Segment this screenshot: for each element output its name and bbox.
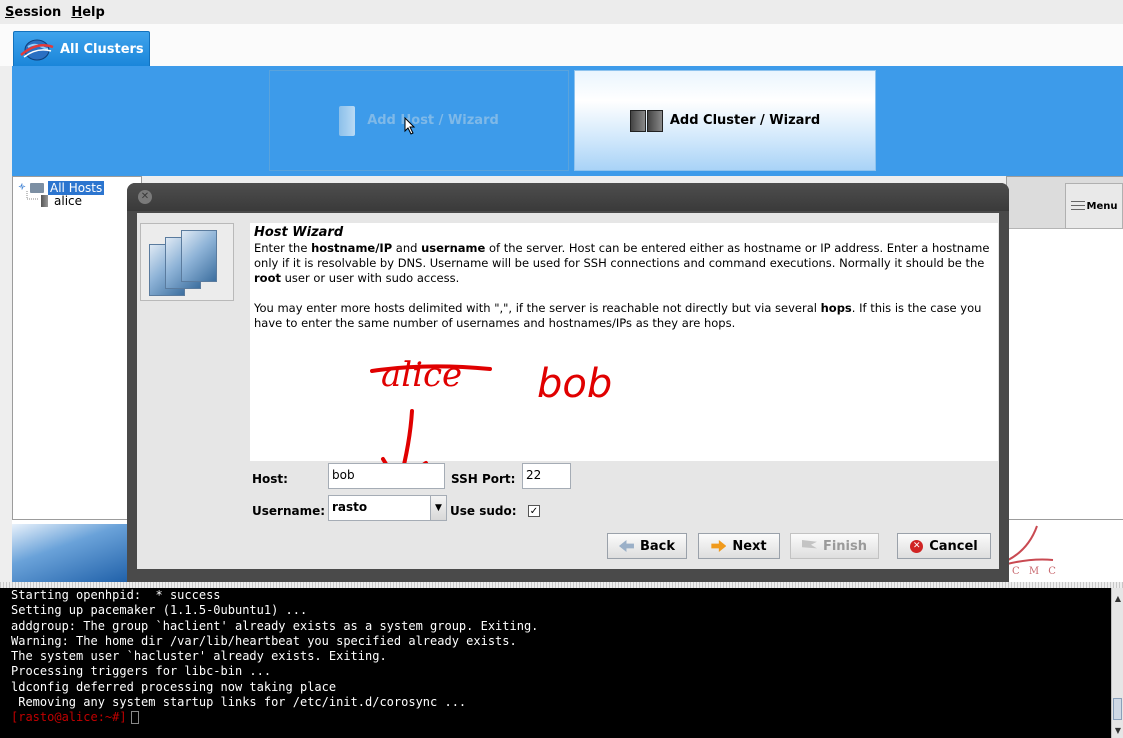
terminal-line: The system user `hacluster' already exis… [11,649,387,664]
decorative-wave [12,524,132,582]
menu-session[interactable]: Session [5,5,61,20]
cluster-servers-icon [629,109,664,132]
menu-help[interactable]: Help [71,5,104,20]
finish-flag-icon [801,540,817,549]
wizard-image [140,223,234,301]
scroll-thumb[interactable] [1113,698,1122,720]
ssh-port-label: SSH Port: [451,472,516,486]
back-button-label: Back [639,538,676,554]
next-arrow-icon [711,540,727,552]
finish-button-label: Finish [822,538,868,554]
terminal-prompt: [rasto@alice:~#] [11,710,127,725]
terminal-cursor [130,711,139,725]
add-cluster-label: Add Cluster / Wizard [669,113,821,128]
back-button[interactable]: Back [607,533,687,559]
globe-icon [20,39,54,61]
right-panel: Menu [1006,176,1123,520]
handwritten-annotation: alice bob [250,223,998,487]
tab-all-clusters[interactable]: All Clusters [13,31,150,66]
terminal-prompt-line: [rasto@alice:~#] [11,710,1111,725]
back-arrow-icon [618,540,634,552]
menu-bar: Session Help [0,0,1123,24]
menu-button-label: Menu [1086,200,1118,212]
terminal-line: Setting up pacemaker (1.1.5-0ubuntu1) ..… [11,603,308,618]
host-input[interactable]: bob [328,463,445,489]
menu-button[interactable]: Menu [1065,183,1123,229]
terminal-line: Removing any system startup links for /e… [11,695,467,710]
scroll-down-icon[interactable]: ▼ [1113,726,1123,736]
host-wizard-dialog: ✕ Host Wizard Enter the hostname/IP and … [127,183,1009,582]
terminal-line: Warning: The home dir /var/lib/heartbeat… [11,633,517,648]
tree-label-alice: alice [54,194,83,208]
scroll-up-icon[interactable]: ▲ [1113,594,1123,604]
server-rack-icon [149,230,227,296]
server-icon [339,105,356,136]
ssh-port-input[interactable]: 22 [522,463,571,489]
mouse-cursor-icon [404,117,416,135]
tree-connector [26,191,38,200]
terminal-output[interactable]: Starting openhpid: * success Setting up … [0,588,1111,738]
host-label: Host: [252,472,288,486]
next-button-label: Next [732,538,767,554]
tree-expand-icon[interactable]: 🟈 [18,180,26,195]
add-host-wizard-button[interactable]: Add Host / Wizard [269,70,569,171]
use-sudo-checkbox[interactable]: ✓ [528,505,540,517]
tree-label-all-hosts: All Hosts [48,180,105,195]
cancel-button[interactable]: ✕ Cancel [897,533,991,559]
terminal-line: ldconfig deferred processing now taking … [11,679,337,694]
use-sudo-label: Use sudo: [450,504,517,518]
host-tree-panel: 🟈 All Hosts alice [12,176,142,520]
hamburger-icon [1070,201,1085,211]
terminal-line: addgroup: The group `haclient' already e… [11,618,539,633]
wizard-description: Host Wizard Enter the hostname/IP and us… [250,223,998,487]
terminal-scrollbar[interactable]: ▲ ▼ [1111,588,1123,738]
chevron-down-icon[interactable]: ▼ [430,495,447,521]
dialog-titlebar[interactable]: ✕ [127,183,1009,211]
username-combo[interactable]: rasto [328,495,431,521]
next-button[interactable]: Next [698,533,780,559]
close-icon[interactable]: ✕ [138,190,152,204]
finish-button[interactable]: Finish [790,533,879,559]
tab-label: All Clusters [60,41,144,57]
terminal-line: Starting openhpid: * success [11,588,221,602]
logo-text: C M C [1012,566,1059,577]
dialog-body: Host Wizard Enter the hostname/IP and us… [137,213,999,569]
server-icon [41,195,48,207]
username-label: Username: [252,504,326,518]
cancel-icon: ✕ [910,539,924,553]
tree-node-alice[interactable]: alice [41,194,82,208]
terminal-line: Processing triggers for libc-bin ... [11,664,272,679]
add-cluster-wizard-button[interactable]: Add Cluster / Wizard [574,70,876,171]
add-host-label: Add Host / Wizard [367,113,499,128]
cancel-button-label: Cancel [929,538,978,554]
tab-row: All Clusters [0,24,1123,66]
cluster-toolbar: Add Host / Wizard Add Cluster / Wizard [12,66,1123,176]
